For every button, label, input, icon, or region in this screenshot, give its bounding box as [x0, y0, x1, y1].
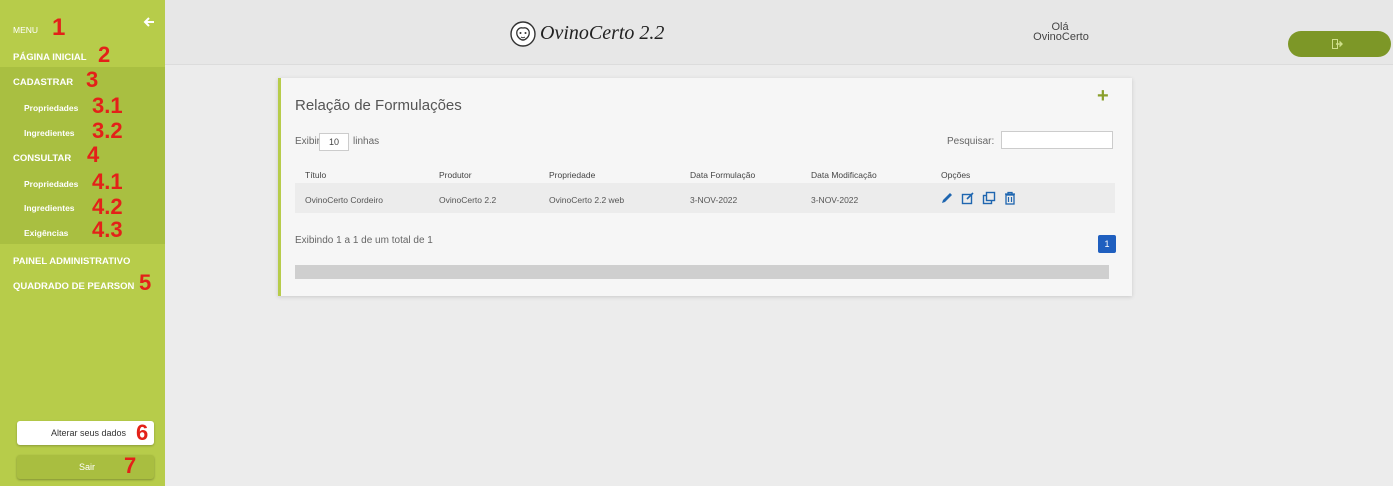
edit-square-icon[interactable]: [961, 191, 975, 205]
sidebar-item-label: QUADRADO DE PEARSON: [13, 281, 135, 292]
annotation-4-1: 4.1: [92, 169, 123, 194]
cell-propriedade: OvinoCerto 2.2 web: [549, 195, 625, 205]
annotation-4-2: 4.2: [92, 194, 123, 219]
column-header-titulo[interactable]: Título: [305, 170, 326, 180]
horizontal-scrollbar[interactable]: [295, 265, 1109, 279]
sheep-logo-icon: [510, 21, 536, 47]
pagination-info: Exibindo 1 a 1 de um total de 1: [295, 235, 433, 246]
copy-icon[interactable]: [982, 191, 996, 205]
card-title: Relação de Formulações: [295, 97, 462, 114]
sidebar-item-label: PÁGINA INICIAL: [13, 52, 87, 63]
sign-out-icon: [1332, 39, 1343, 49]
sidebar-item-label: Propriedades: [24, 103, 79, 113]
column-header-opcoes: Opções: [941, 170, 971, 180]
app-window: MENU 1 PÁGINA INICIAL 2 CADASTRAR 3 Prop…: [0, 0, 1393, 486]
column-header-data-formulacao[interactable]: Data Formulação: [690, 170, 755, 180]
edit-profile-button[interactable]: Alterar seus dados: [17, 421, 154, 445]
collapse-arrow-icon[interactable]: [143, 16, 155, 28]
column-header-data-modificacao[interactable]: Data Modificação: [811, 170, 877, 180]
annotation-7: 7: [124, 453, 137, 478]
cell-data-modificacao: 3-NOV-2022: [811, 195, 859, 205]
column-header-propriedade[interactable]: Propriedade: [549, 170, 595, 180]
top-bar: OvinoCerto 2.2 Olá OvinoCerto: [165, 0, 1393, 65]
username-text: OvinoCerto: [1033, 31, 1089, 43]
edit-profile-label: Alterar seus dados: [50, 428, 126, 438]
sidebar-item-label: Ingredientes: [24, 203, 75, 213]
formulations-card: Relação de Formulações + Exibir 10 linha…: [278, 78, 1132, 296]
cell-titulo: OvinoCerto Cordeiro: [305, 195, 383, 205]
annotation-3-1: 3.1: [92, 93, 123, 118]
pencil-icon[interactable]: [940, 191, 954, 205]
annotation-4: 4: [87, 142, 100, 167]
sidebar-item-label: CONSULTAR: [13, 153, 72, 164]
show-rows-prefix: Exibir: [295, 136, 321, 147]
annotation-5: 5: [139, 270, 152, 295]
annotation-3: 3: [86, 67, 99, 92]
sidebar-item-label: PAINEL ADMINISTRATIVO: [13, 256, 131, 267]
trash-icon[interactable]: [1003, 191, 1017, 205]
app-title: OvinoCerto 2.2: [540, 22, 665, 44]
cell-data-formulacao: 3-NOV-2022: [690, 195, 738, 205]
topbar-logout-button[interactable]: [1288, 31, 1391, 57]
menu-label: MENU: [13, 25, 39, 35]
sidebar-item-label: Exigências: [24, 228, 69, 238]
annotation-2: 2: [98, 42, 111, 67]
annotation-6: 6: [136, 420, 149, 445]
main-area: OvinoCerto 2.2 Olá OvinoCerto Relação de…: [165, 0, 1393, 486]
logout-label: Sair: [79, 462, 96, 472]
search-label: Pesquisar:: [947, 136, 995, 147]
annotation-3-2: 3.2: [92, 118, 123, 143]
page-button-1[interactable]: 1: [1098, 235, 1116, 253]
column-header-produtor[interactable]: Produtor: [439, 170, 472, 180]
sidebar-item-label: CADASTRAR: [13, 77, 74, 88]
cell-produtor: OvinoCerto 2.2: [439, 195, 497, 205]
sidebar-item-label: Propriedades: [24, 179, 79, 189]
search-input[interactable]: [1001, 131, 1113, 149]
sidebar-item-label: Ingredientes: [24, 128, 75, 138]
show-rows-suffix: linhas: [353, 136, 380, 147]
add-formulation-button[interactable]: +: [1097, 85, 1109, 108]
annotation-4-3: 4.3: [92, 217, 123, 242]
annotation-menu: 1: [52, 14, 66, 41]
sidebar-item-pagina-inicial[interactable]: PÁGINA INICIAL: [0, 52, 165, 66]
sidebar: MENU 1 PÁGINA INICIAL 2 CADASTRAR 3 Prop…: [0, 0, 165, 486]
rows-per-page-select[interactable]: 10: [319, 133, 349, 151]
